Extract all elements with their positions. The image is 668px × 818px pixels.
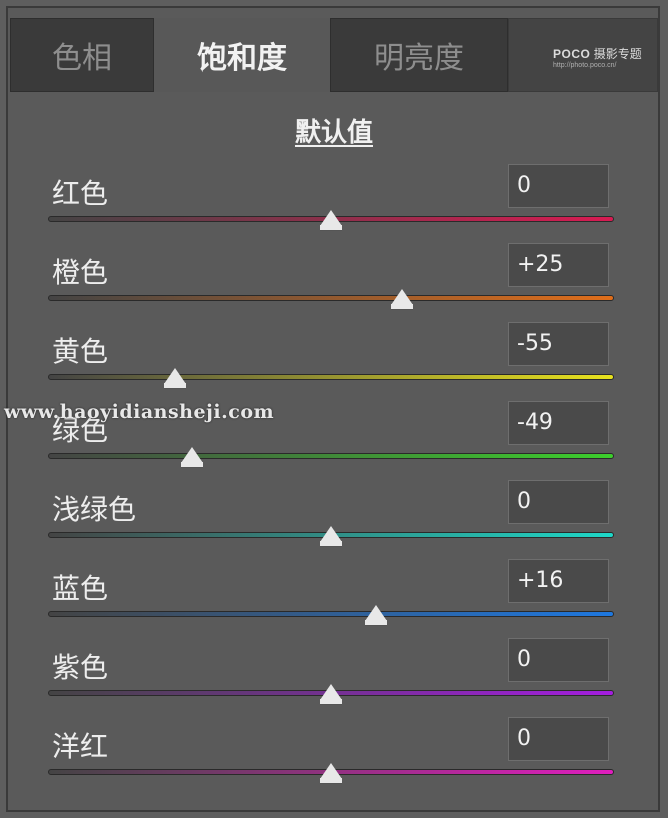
slider-thumb[interactable] bbox=[365, 605, 388, 621]
slider-thumb[interactable] bbox=[320, 684, 342, 700]
slider-label: 浅绿色 bbox=[52, 493, 137, 526]
slider-thumb[interactable] bbox=[164, 368, 187, 384]
slider-value-field[interactable]: -49 bbox=[508, 401, 609, 445]
poco-brand: POCO bbox=[553, 47, 591, 61]
slider-thumb-base[interactable] bbox=[320, 699, 342, 705]
slider-track[interactable] bbox=[48, 374, 614, 380]
slider-track[interactable] bbox=[48, 611, 614, 617]
poco-url: http://photo.poco.cn/ bbox=[553, 62, 617, 69]
tab-hue[interactable]: 色相 bbox=[10, 18, 154, 92]
site-watermark: www.haoyidiansheji.com bbox=[4, 401, 275, 423]
slider-thumb[interactable] bbox=[181, 447, 204, 463]
slider-thumb-base[interactable] bbox=[320, 778, 342, 784]
tab-saturation[interactable]: 饱和度 bbox=[154, 18, 330, 92]
slider-thumb-base[interactable] bbox=[320, 225, 342, 231]
slider-value-field[interactable]: 0 bbox=[508, 717, 609, 761]
slider-thumb[interactable] bbox=[320, 526, 342, 542]
slider-thumb-base[interactable] bbox=[164, 383, 187, 389]
poco-logo-text: 摄影专题 bbox=[593, 47, 642, 61]
slider-track[interactable] bbox=[48, 295, 614, 301]
slider-thumb-base[interactable] bbox=[390, 304, 413, 310]
tab-bar: 色相 饱和度 明亮度 POCO 摄影专题 http://photo.poco.c… bbox=[10, 18, 658, 92]
slider-thumb-base[interactable] bbox=[181, 462, 204, 468]
slider-label: 橙色 bbox=[52, 256, 109, 289]
slider-thumb[interactable] bbox=[320, 763, 342, 779]
slider-thumb[interactable] bbox=[320, 210, 342, 226]
tab-bar-filler: POCO 摄影专题 http://photo.poco.cn/ bbox=[508, 18, 658, 92]
slider-thumb-base[interactable] bbox=[320, 541, 342, 547]
slider-thumb[interactable] bbox=[390, 289, 413, 305]
slider-label: 蓝色 bbox=[52, 572, 109, 605]
slider-thumb-base[interactable] bbox=[365, 620, 388, 626]
slider-value-field[interactable]: +16 bbox=[508, 559, 609, 603]
slider-value-field[interactable]: 0 bbox=[508, 164, 609, 208]
slider-label: 洋红 bbox=[52, 730, 109, 763]
slider-label: 黄色 bbox=[52, 335, 109, 368]
slider-track[interactable] bbox=[48, 453, 614, 459]
slider-label: 红色 bbox=[52, 177, 109, 210]
default-link[interactable]: 默认值 bbox=[0, 112, 668, 149]
poco-logo: POCO 摄影专题 bbox=[553, 45, 642, 62]
slider-value-field[interactable]: -55 bbox=[508, 322, 609, 366]
slider-value-field[interactable]: 0 bbox=[508, 638, 609, 682]
slider-value-field[interactable]: 0 bbox=[508, 480, 609, 524]
slider-value-field[interactable]: +25 bbox=[508, 243, 609, 287]
slider-label: 紫色 bbox=[52, 651, 109, 684]
tab-luminance[interactable]: 明亮度 bbox=[330, 18, 508, 92]
slider-row: 洋红 0 bbox=[0, 717, 668, 809]
